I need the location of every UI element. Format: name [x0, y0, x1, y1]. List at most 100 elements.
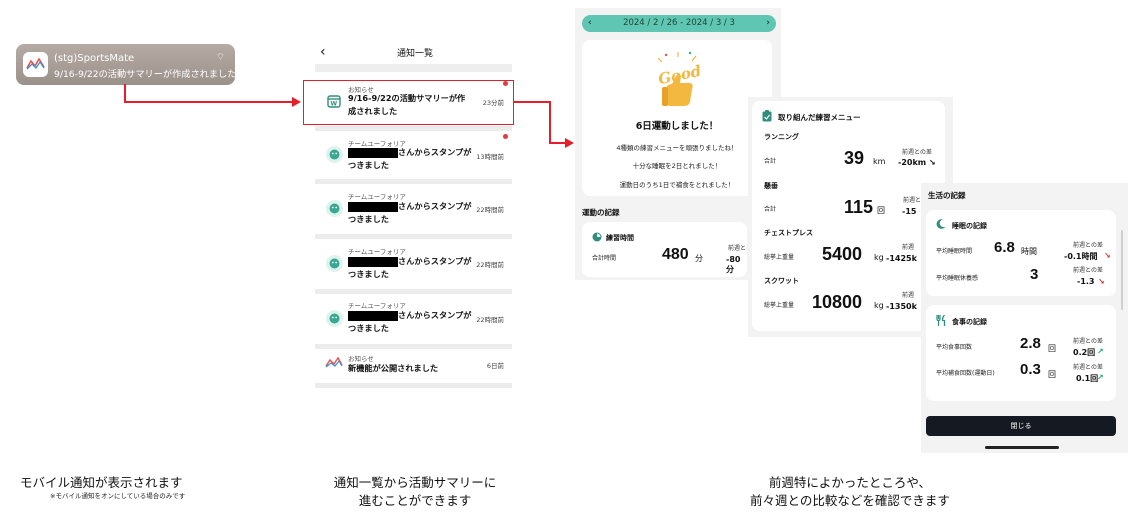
diff-label: 前週 [902, 292, 915, 299]
notification-list-item[interactable]: チームユーフォリア さんからスタンプがつきました 13時間前 [315, 131, 512, 179]
redacted-name [348, 201, 398, 212]
connector-line [549, 101, 551, 143]
card-title: 睡眠の記録 [952, 222, 987, 230]
metric-unit: 回 [877, 206, 885, 215]
menu-item-name: チェストプレス [764, 229, 813, 237]
date-range: 2024 / 2 / 26 - 2024 / 3 / 3 [623, 18, 735, 28]
diff-label: 前週との差 [1073, 364, 1103, 371]
sleep-card: 睡眠の記録 平均睡眠時間 6.8 時間 前週との差 -0.1時間 ↘ 平均睡眠休… [926, 210, 1116, 296]
redacted-name [348, 147, 398, 158]
metric-label: 平均補食回数(運動日) [936, 370, 995, 377]
card-title: 練習時間 [606, 234, 634, 242]
stamp-icon [326, 200, 343, 217]
metric-label: 合計 [764, 206, 777, 213]
notification-message: さんからスタンプがつきました [348, 310, 472, 333]
fork-knife-icon [936, 315, 946, 326]
notification-message: さんからスタンプがつきました [348, 147, 472, 170]
notification-message: 9/16-9/22の活動サマリーが作成されました [54, 69, 237, 80]
app-logo-icon [23, 52, 48, 77]
caption: 通知一覧から活動サマリーに [333, 475, 497, 490]
diff-value: -1.3 [1077, 277, 1095, 286]
meal-card: 食事の記録 平均食事回数 2.8 回 前週との差 0.2回 ↗ 平均補食回数(運… [926, 305, 1116, 401]
diff-label: 前週との差 [1073, 242, 1103, 249]
notification-indicator-icon: ⌔ [215, 52, 225, 63]
summary-card: Good 6日運動しました！ 4種類の練習メニューを頑張りましたね！ 十分な睡眠… [582, 40, 772, 196]
metric-unit: 回 [1048, 370, 1056, 379]
diff-value: 0.2回 [1073, 348, 1096, 357]
diff-value: -20km ↘ [898, 158, 936, 167]
caption: 前々週との比較などを確認できます [750, 493, 950, 508]
section-title: 運動の記録 [582, 208, 620, 217]
card-title: 食事の記録 [952, 318, 987, 326]
metric-value: 10800 [812, 292, 863, 312]
stamp-icon [326, 310, 343, 327]
page-title: 通知一覧 [396, 49, 433, 59]
back-button[interactable]: ‹ [320, 44, 326, 60]
metric-label: 平均睡眠休養感 [936, 275, 979, 282]
notification-list-item[interactable]: チームユーフォリア さんからスタンプがつきました 22時間前 [315, 184, 512, 234]
clipboard-icon [762, 110, 772, 122]
menu-item-name: ランニング [764, 133, 799, 141]
moon-icon [936, 219, 946, 229]
metric-label: 平均食事回数 [936, 344, 973, 351]
notification-time: 22時間前 [476, 316, 504, 324]
menu-item-name: 懸垂 [764, 182, 778, 190]
push-notification-banner[interactable]: (stg)SportsMate 9/16-9/22の活動サマリーが作成されました… [16, 44, 237, 85]
diff-value: -1350k [886, 302, 917, 311]
notification-list-item[interactable]: チームユーフォリア さんからスタンプがつきました 22時間前 [315, 239, 512, 289]
metric-unit: km [873, 157, 886, 166]
app-logo-icon [325, 356, 343, 368]
summary-headline: 6日運動しました！ [635, 121, 719, 132]
notification-message: さんからスタンプがつきました [348, 256, 472, 279]
scrollbar[interactable] [1121, 230, 1123, 310]
next-week-button[interactable]: › [766, 15, 770, 32]
metric-value: 39 [844, 148, 865, 168]
close-button[interactable]: 閉じる [926, 416, 1116, 436]
metric-unit: kg [874, 253, 884, 262]
diff-label: 前週との差 [902, 149, 932, 156]
diff-value: 0.1回 [1076, 374, 1099, 383]
date-range-bar: ‹ 2024 / 2 / 26 - 2024 / 3 / 3 › [582, 15, 776, 32]
diff-value: -0.1時間 [1064, 252, 1098, 261]
metric-value: 5400 [822, 244, 863, 264]
metric-value: 6.8 [994, 239, 1015, 256]
diff-value: -80分 [726, 255, 741, 274]
connector-line [124, 101, 296, 103]
prev-week-button[interactable]: ‹ [588, 15, 592, 32]
connector-line [514, 101, 550, 103]
summary-line: 十分な睡眠を2日とれました！ [632, 162, 722, 170]
notification-list-item[interactable]: チームユーフォリア さんからスタンプがつきました 22時間前 [315, 294, 512, 344]
section-title: 生活の記録 [928, 191, 966, 200]
divider [315, 383, 512, 388]
card-title: 取り組んだ練習メニュー [778, 113, 861, 122]
metric-unit: 分 [695, 254, 703, 263]
highlight-box [303, 80, 514, 125]
divider [315, 64, 512, 72]
notification-time: 13時間前 [476, 153, 504, 161]
metric-unit: 時間 [1021, 247, 1037, 256]
metric-unit: kg [874, 301, 884, 310]
metric-value: 115 [844, 197, 874, 217]
diff-label: 前週との差 [1073, 338, 1103, 345]
trend-up-icon: ↗ [1097, 347, 1104, 356]
metric-value: 3 [1030, 266, 1039, 283]
connector-arrow-icon [565, 138, 574, 148]
diff-label: 前週との差 [1073, 267, 1103, 274]
diff-label: 前週 [902, 244, 915, 251]
caption-note: ※モバイル通知をオンにしている場合のみです [50, 492, 186, 500]
metric-unit: 回 [1048, 344, 1056, 353]
connector-arrow-icon [292, 97, 301, 107]
stamp-icon [326, 255, 343, 272]
metric-label: 総挙上重量 [764, 254, 795, 261]
trend-down-icon: ↘ [1104, 251, 1111, 260]
connector-line [124, 84, 126, 102]
redacted-name [348, 256, 398, 267]
metric-label: 総挙上重量 [764, 302, 795, 309]
notification-time: 6日前 [486, 362, 504, 370]
caption: 進むことができます [358, 493, 472, 508]
diff-value: -1425k [886, 254, 917, 263]
notification-message: 新機能が公開されました [348, 363, 439, 373]
unread-dot [503, 134, 508, 139]
practice-menu-card: 取り組んだ練習メニュー ランニング 合計 39 km 前週との差 -20km ↘… [752, 101, 945, 331]
notification-list-item[interactable]: お知らせ 新機能が公開されました 6日前 [315, 349, 512, 383]
